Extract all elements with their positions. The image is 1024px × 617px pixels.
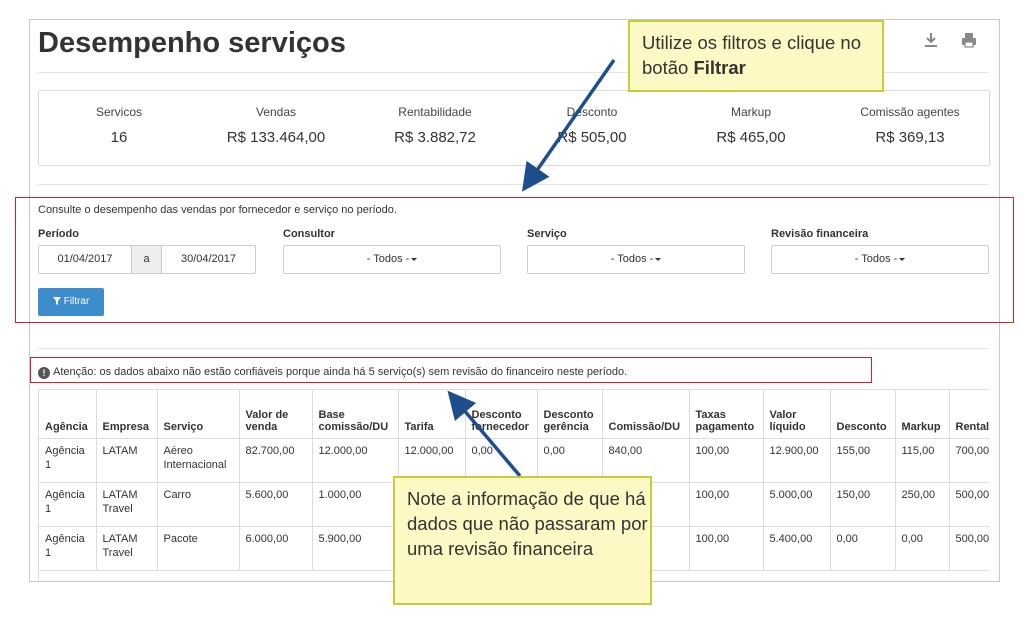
table-cell: Aéreo Internacional xyxy=(157,438,240,483)
callout-note-revision: Note a informação de que há dados que nã… xyxy=(393,476,652,605)
table-cell: 150,00 xyxy=(830,482,896,527)
table-cell: 500,00 xyxy=(949,526,990,571)
column-header[interactable]: Base comissão/DU xyxy=(312,390,399,439)
table-cell: 0,00 xyxy=(895,526,950,571)
column-header[interactable]: Comissão/DU xyxy=(602,390,690,439)
table-cell: 0,00 xyxy=(830,526,896,571)
page-title: Desempenho serviços xyxy=(38,27,346,59)
download-icon[interactable] xyxy=(922,31,942,51)
stat-value: R$ 369,13 xyxy=(875,129,945,146)
stat-label: Vendas xyxy=(255,105,297,119)
table-cell: 250,00 xyxy=(895,482,950,527)
stat-label: Markup xyxy=(730,105,771,119)
column-header[interactable]: Agência xyxy=(39,390,97,439)
highlight-box-warning xyxy=(30,357,872,383)
highlight-box-filters xyxy=(15,197,1014,323)
table-cell: 100,00 xyxy=(689,526,764,571)
column-header[interactable]: Desconto fornecedor xyxy=(465,390,538,439)
stat-value: 16 xyxy=(110,129,128,146)
table-cell: 6.000,00 xyxy=(239,526,313,571)
table-cell: 12.000,00 xyxy=(312,438,399,483)
callout-bold-text: Filtrar xyxy=(693,57,746,78)
table-cell: Pacote xyxy=(157,526,240,571)
table-cell: 155,00 xyxy=(830,438,896,483)
stat-label: Desconto xyxy=(566,105,618,119)
column-header[interactable]: Valor de venda xyxy=(239,390,313,439)
stat-value: R$ 505,00 xyxy=(557,129,627,146)
column-header[interactable]: Empresa xyxy=(96,390,158,439)
table-cell: 100,00 xyxy=(689,482,764,527)
table-cell: 5.600,00 xyxy=(239,482,313,527)
stat-value: R$ 133.464,00 xyxy=(226,129,326,146)
column-header[interactable]: Markup xyxy=(895,390,950,439)
table-cell: LATAM Travel xyxy=(96,526,158,571)
callout-text: Utilize os filtros e clique no botão xyxy=(642,32,862,78)
table-cell: 500,00 xyxy=(949,482,990,527)
table-cell: 1.000,00 xyxy=(312,482,399,527)
stats-panel: Servicos 16 Vendas R$ 133.464,00 Rentabi… xyxy=(38,90,990,166)
table-cell: 5.000,00 xyxy=(763,482,831,527)
stat-value: R$ 465,00 xyxy=(716,129,786,146)
table-cell: Carro xyxy=(157,482,240,527)
stat-label: Servicos xyxy=(95,105,142,119)
column-header[interactable]: Taxas pagamento xyxy=(689,390,764,439)
stat-label: Comissão agentes xyxy=(860,105,960,119)
table-cell: Agência 1 xyxy=(39,438,97,483)
table-cell: 700,00 xyxy=(949,438,990,483)
divider xyxy=(38,184,988,185)
table-cell: LATAM Travel xyxy=(96,482,158,527)
table-cell: 5.900,00 xyxy=(312,526,399,571)
printer-icon[interactable] xyxy=(960,31,980,51)
table-cell: 82.700,00 xyxy=(239,438,313,483)
callout-text: Note a informação de que há dados que nã… xyxy=(407,488,648,559)
column-header[interactable]: Desconto xyxy=(830,390,896,439)
column-header[interactable]: Serviço xyxy=(157,390,240,439)
table-cell: 100,00 xyxy=(689,438,764,483)
table-cell: LATAM xyxy=(96,438,158,483)
table-header-row: Agência Empresa Serviço Valor de venda B… xyxy=(39,390,990,439)
table-cell: 115,00 xyxy=(895,438,950,483)
table-cell: 5.400,00 xyxy=(763,526,831,571)
column-header[interactable]: Tarifa xyxy=(398,390,466,439)
column-header[interactable]: Valor líquido xyxy=(763,390,831,439)
callout-use-filters: Utilize os filtros e clique no botão Fil… xyxy=(628,20,884,92)
column-header[interactable]: Rental xyxy=(949,390,990,439)
table-cell: Agência 1 xyxy=(39,482,97,527)
column-header[interactable]: Desconto gerência xyxy=(537,390,603,439)
stat-value: R$ 3.882,72 xyxy=(394,129,476,146)
table-cell: Agência 1 xyxy=(39,526,97,571)
stat-label: Rentabilidade xyxy=(398,105,472,119)
table-cell: 12.900,00 xyxy=(763,438,831,483)
divider xyxy=(38,348,988,349)
